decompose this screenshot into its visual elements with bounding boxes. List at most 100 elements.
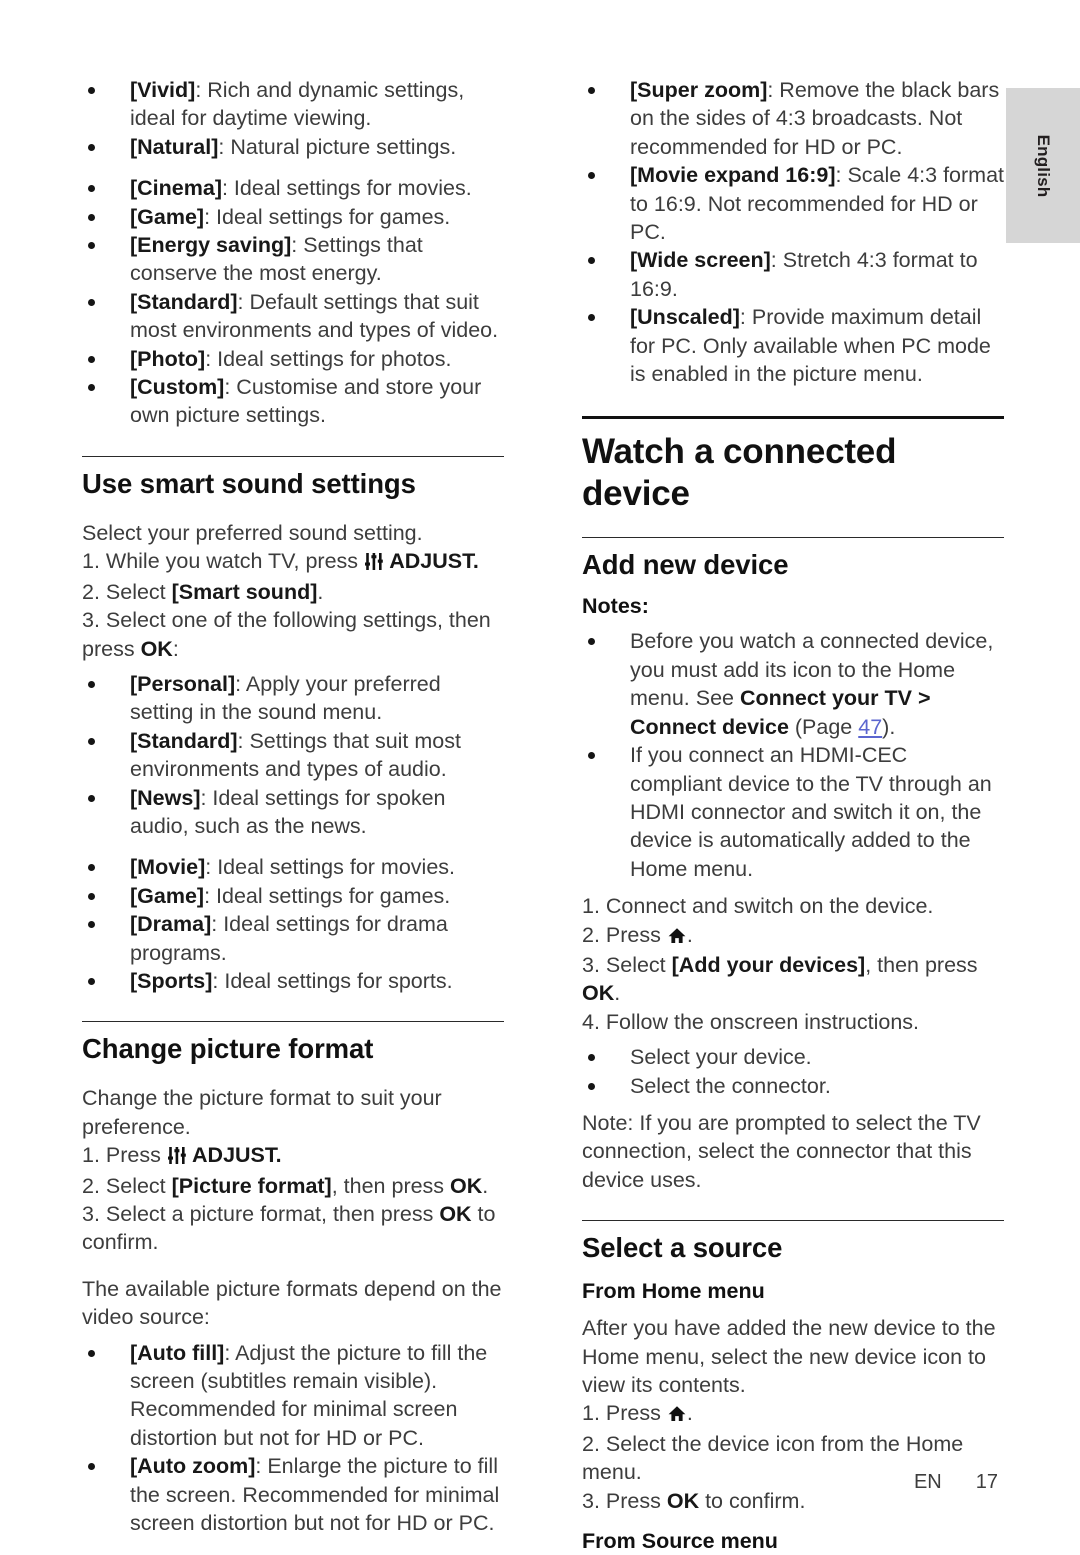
add-device-step-3: 3. Select [Add your devices], then press… (582, 951, 1004, 1008)
smart-sound-settings-list: [Personal]: Apply your preferred setting… (82, 670, 504, 995)
list-item-term: [Drama] (130, 912, 212, 937)
list-item: If you connect an HDMI-CEC compliant dev… (582, 741, 1004, 883)
bullet-dot-icon (88, 242, 95, 250)
bullet-dot-icon (588, 1054, 595, 1062)
picture-format-depends: The available picture formats depend on … (82, 1275, 504, 1332)
step-text: 1. Press (82, 1143, 167, 1168)
step-text: 4. Follow the onscreen instructions. (582, 1009, 919, 1034)
step-text: 1. Connect and switch on the device. (582, 894, 934, 919)
step-text-bold: [Smart sound] (171, 579, 318, 604)
step-text-bold: OK (582, 981, 615, 1006)
list-item-desc: : Ideal settings for photos. (205, 346, 452, 371)
list-item-term: [Wide screen] (630, 248, 771, 273)
step-text: . (482, 1173, 489, 1198)
bullet-dot-icon (588, 87, 595, 94)
bullet-dot-icon (88, 864, 95, 872)
list-item: [Auto zoom]: Enlarge the picture to fill… (82, 1452, 504, 1537)
list-item: Select your device. (582, 1043, 1004, 1071)
bullet-dot-icon (88, 143, 95, 151)
step-text-bold: ADJUST. (384, 549, 479, 574)
list-item: [Natural]: Natural picture settings. (82, 133, 504, 161)
section-heading: Select a source (582, 1232, 783, 1264)
list-item-term: [Standard] (130, 289, 238, 314)
document-page: English [Vivid]: Rich and dynamic settin… (0, 0, 1080, 1553)
list-item: [Sports]: Ideal settings for sports. (82, 967, 504, 995)
list-item: [Unscaled]: Provide maximum detail for P… (582, 303, 1004, 388)
list-item: [Standard]: Default settings that suit m… (82, 288, 504, 345)
picture-format-step-3: 3. Select a picture format, then press O… (82, 1200, 504, 1257)
bullet-dot-icon (88, 794, 95, 802)
list-item-term: [News] (130, 785, 201, 810)
step-text-bold: ADJUST. (186, 1143, 282, 1168)
list-item-term: [Energy saving] (130, 233, 292, 258)
list-item-term: [Personal] (130, 671, 236, 696)
smart-picture-settings-list: [Vivid]: Rich and dynamic settings, idea… (82, 76, 504, 430)
list-item: [Energy saving]: Settings that conserve … (82, 231, 504, 288)
bullet-dot-icon (88, 213, 95, 221)
picture-format-intro: Change the picture format to suit your p… (82, 1084, 504, 1141)
list-item-desc: : Ideal settings for movies. (221, 176, 472, 201)
bullet-dot-icon (88, 355, 95, 363)
page-reference-link[interactable]: 47 (858, 715, 882, 739)
chapter-watch-a-connected-device: Watch a connected device (582, 416, 1004, 515)
list-item-desc: Select your device. (630, 1045, 812, 1070)
list-item: Select the connector. (582, 1072, 1004, 1100)
list-item: [Movie expand 16:9]: Scale 4:3 format to… (582, 161, 1004, 246)
list-item-desc: : Ideal settings for sports. (212, 968, 453, 993)
note-text: Note: If you are prompted to select the … (582, 1110, 981, 1192)
list-item-term: [Movie expand 16:9] (630, 163, 836, 188)
section-select-a-source: Select a source From Home menu After you… (582, 1220, 1004, 1555)
section-use-smart-sound-settings: Use smart sound settings Select your pre… (82, 455, 504, 996)
footer-page-number: 17 (975, 1471, 998, 1493)
list-item: [Wide screen]: Stretch 4:3 format to 16:… (582, 246, 1004, 303)
section-add-new-device: Add new device Notes: Before you watch a… (582, 537, 1004, 1194)
list-item-term: [Standard] (130, 728, 238, 753)
list-item-term: [Natural] (130, 134, 219, 159)
right-column: [Super zoom]: Remove the black bars on t… (582, 76, 1004, 1555)
note-text: (Page (788, 714, 859, 739)
section-divider (582, 1220, 1004, 1222)
step-text-bold: [Add your devices] (671, 952, 866, 977)
step-text: 3. Select a picture format, then press (82, 1202, 440, 1226)
list-item-term: [Super zoom] (630, 78, 768, 102)
picture-format-step-2: 2. Select [Picture format], then press O… (82, 1172, 504, 1200)
step-text-bold: OK (439, 1202, 472, 1226)
section-divider (82, 1021, 504, 1023)
section-heading: Add new device (582, 549, 789, 581)
subsection-heading-from-source-menu: From Source menu (582, 1529, 778, 1554)
bullet-dot-icon (88, 1463, 95, 1471)
bullet-dot-icon (588, 314, 595, 322)
smart-sound-intro: Select your preferred sound setting. (82, 519, 504, 547)
smart-sound-step-1: 1. While you watch TV, press ADJUST. (82, 547, 504, 577)
list-item: [News]: Ideal settings for spoken audio,… (82, 784, 504, 841)
list-item-term: [Custom] (130, 375, 225, 400)
section-heading: Change picture format (82, 1033, 374, 1065)
list-item-desc: : Ideal settings for games. (204, 883, 451, 908)
intro-text: After you have added the new device to t… (582, 1316, 996, 1397)
section-change-picture-format: Change picture format Change the picture… (82, 1021, 504, 1537)
list-item: [Game]: Ideal settings for games. (82, 203, 504, 231)
list-item-term: [Movie] (130, 855, 206, 880)
step-text: 1. Press (582, 1401, 667, 1426)
bullet-dot-icon (588, 257, 595, 265)
bullet-dot-icon (588, 638, 595, 646)
bullet-dot-icon (88, 977, 95, 985)
home-icon (668, 923, 686, 951)
list-item-term: [Cinema] (130, 176, 222, 201)
depends-text: The available picture formats depend on … (82, 1276, 502, 1330)
subsection-heading-from-home-menu: From Home menu (582, 1279, 765, 1304)
step-text: 1. While you watch TV, press (82, 549, 365, 574)
adjust-icon (365, 549, 383, 577)
list-item: [Drama]: Ideal settings for drama progra… (82, 910, 504, 967)
step-text: . (317, 579, 324, 604)
list-item: [Cinema]: Ideal settings for movies. (82, 174, 504, 202)
bullet-dot-icon (588, 752, 595, 760)
chapter-divider (582, 416, 1004, 420)
step-text: 3. Select (582, 952, 672, 977)
footer-locale: EN (913, 1471, 942, 1493)
bullet-dot-icon (88, 737, 95, 745)
note-text: ). (882, 714, 896, 739)
add-device-substeps-list: Select your device. Select the connector… (582, 1043, 1004, 1100)
bullet-dot-icon (588, 172, 595, 180)
smart-sound-step-3: 3. Select one of the following settings,… (82, 606, 504, 663)
